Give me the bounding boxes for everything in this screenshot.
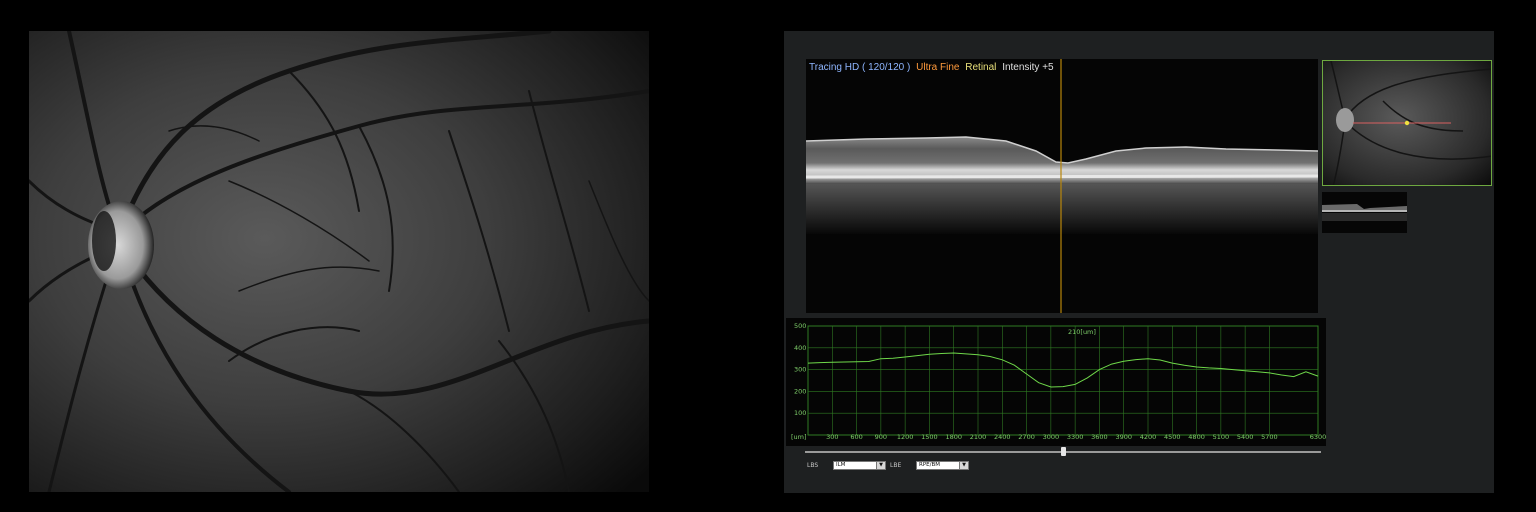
scan-center-dot <box>1404 120 1410 126</box>
scan-header: Tracing HD ( 120/120 ) Ultra Fine Retina… <box>809 62 1057 73</box>
scan-quality-label: Ultra Fine <box>916 62 960 73</box>
thickness-annotation: 210[um] <box>1068 328 1096 336</box>
oct-bscan-image[interactable] <box>806 59 1318 313</box>
thickness-graph: 500 400 300 200 100 300 600 900 1200 1500 1800 2100… <box>786 318 1326 446</box>
bscan-preview-thumbnail[interactable] <box>1322 192 1407 233</box>
x-tick-label: 3600 <box>1091 433 1108 441</box>
x-tick-label: 600 <box>850 433 862 441</box>
x-tick-label: 2400 <box>994 433 1011 441</box>
x-tick-label: 3900 <box>1115 433 1132 441</box>
x-tick-label: 1500 <box>921 433 938 441</box>
lbs-label: LBS <box>807 462 819 469</box>
y-tick-label: 300 <box>794 366 806 374</box>
x-tick-label: 5400 <box>1237 433 1254 441</box>
scan-intensity-label: Intensity +5 <box>1002 62 1054 73</box>
lbe-label: LBE <box>890 462 902 469</box>
lbe-select[interactable]: RPE/BM ▼ <box>916 461 969 470</box>
thickness-line <box>807 352 1319 388</box>
x-tick-label: 2100 <box>970 433 987 441</box>
x-tick-label: 6300 <box>1310 433 1326 441</box>
fundus-photo-icon <box>29 31 649 492</box>
x-tick-label: 4500 <box>1164 433 1181 441</box>
y-tick-label: 200 <box>794 387 806 395</box>
y-tick-label: 400 <box>794 344 806 352</box>
x-tick-label: 5100 <box>1213 433 1230 441</box>
x-tick-label: 1800 <box>945 433 962 441</box>
x-tick-label: 3000 <box>1043 433 1060 441</box>
lbs-select-value: ILM <box>836 462 846 468</box>
chevron-down-icon[interactable]: ▼ <box>959 462 968 469</box>
graph-frame <box>807 325 1319 436</box>
x-tick-label: 2700 <box>1018 433 1035 441</box>
x-tick-label: 900 <box>875 433 887 441</box>
x-tick-label: 300 <box>826 433 838 441</box>
chevron-down-icon[interactable]: ▼ <box>876 462 885 469</box>
lbs-select[interactable]: ILM ▼ <box>833 461 886 470</box>
x-tick-label: 5700 <box>1261 433 1278 441</box>
scan-target-label: Retinal <box>965 62 997 73</box>
lbe-select-value: RPE/BM <box>919 462 940 468</box>
x-tick-label: 1200 <box>897 433 914 441</box>
scan-location-thumbnail[interactable] <box>1322 60 1492 186</box>
thickness-graph-svg: 500 400 300 200 100 300 600 900 1200 1500 1800 2100… <box>791 322 1326 441</box>
y-tick-label: 100 <box>794 409 806 417</box>
x-axis-unit: [um] <box>791 433 807 441</box>
x-tick-label: 4800 <box>1188 433 1205 441</box>
y-tick-label: 500 <box>794 322 806 330</box>
x-tick-label: 4200 <box>1140 433 1157 441</box>
scan-slider-thumb[interactable] <box>1061 447 1066 456</box>
x-tick-label: 3300 <box>1067 433 1084 441</box>
scan-mode-label: Tracing HD ( 120/120 ) <box>809 62 911 73</box>
fundus-image <box>29 31 649 492</box>
